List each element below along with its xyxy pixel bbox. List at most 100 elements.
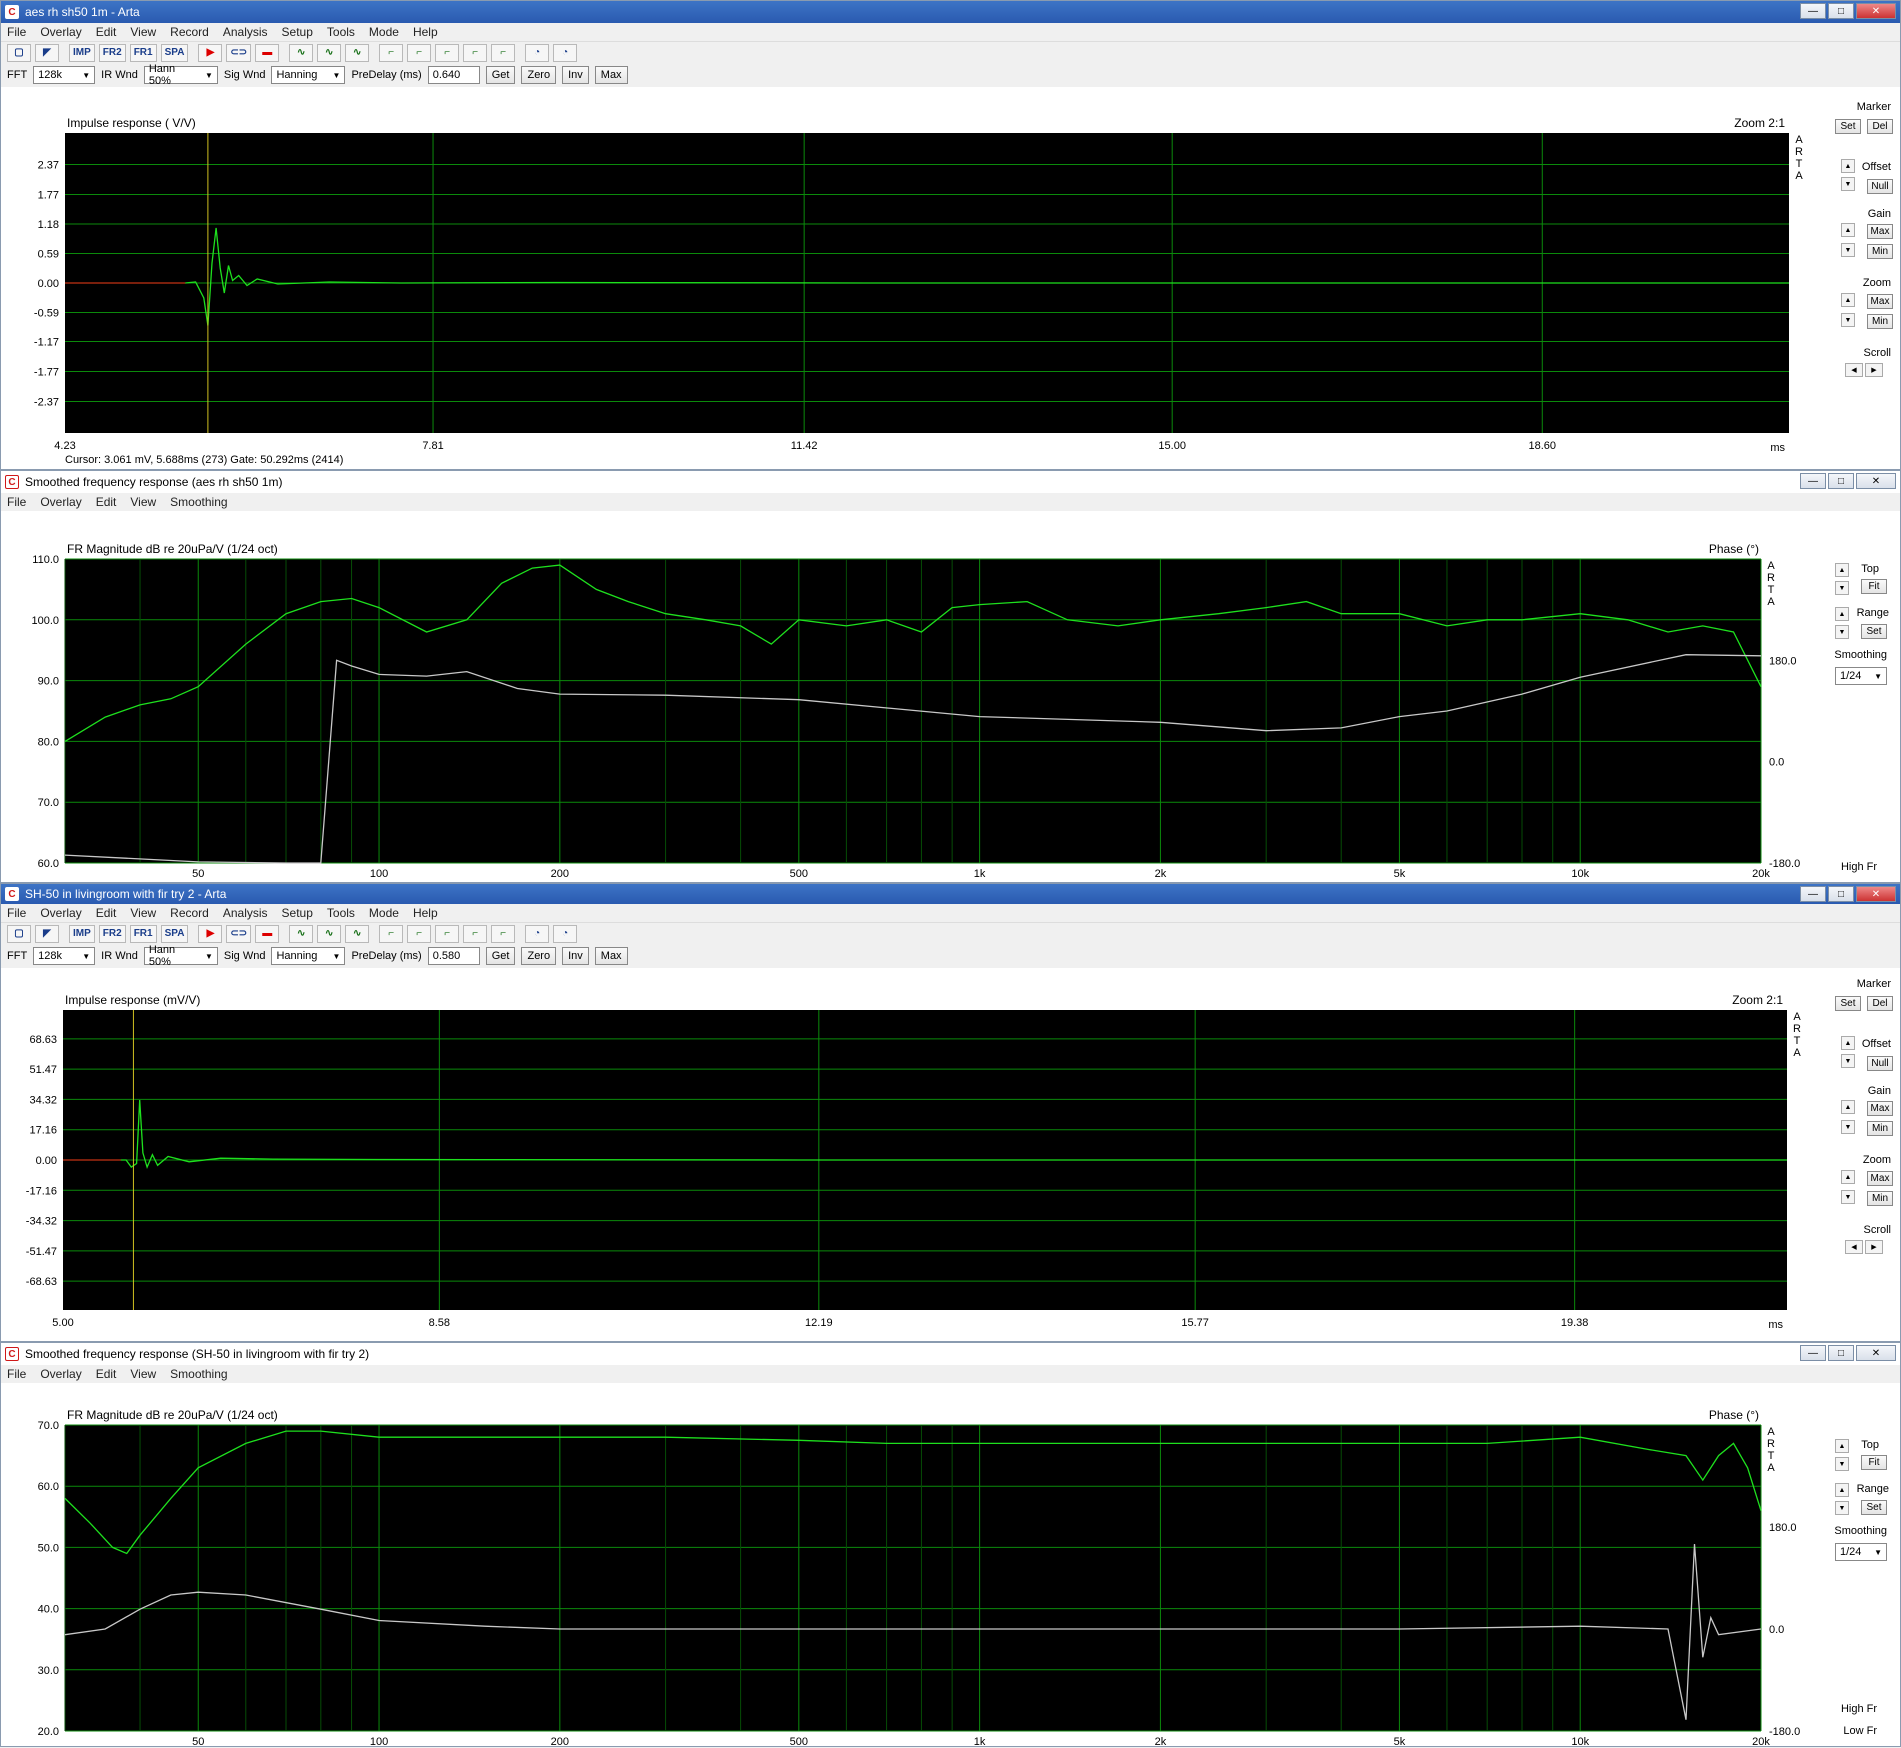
menu-file[interactable]: File (7, 1367, 26, 1381)
generator-icon[interactable]: ⊂⊃ (226, 924, 252, 943)
range-set-button[interactable]: Set (1861, 1500, 1887, 1515)
gain-max-button[interactable]: Max (1867, 1101, 1893, 1116)
get-button[interactable]: Get (485, 947, 516, 965)
menu-analysis[interactable]: Analysis (223, 25, 268, 39)
predelay-input[interactable]: 0.580 (427, 947, 480, 965)
top-up-icon[interactable]: ▲ (1835, 563, 1849, 577)
etc-icon[interactable]: ⌐ (407, 924, 432, 943)
close-button[interactable]: ✕ (1856, 3, 1896, 19)
fft-size-select[interactable]: 128k ▼ (33, 66, 96, 84)
zoom-down-icon[interactable]: ▼ (1841, 313, 1855, 327)
signal-window-select[interactable]: Hanning ▼ (271, 947, 346, 965)
step-response-icon[interactable]: ⌐ (379, 43, 404, 62)
range-down-icon[interactable]: ▼ (1835, 1501, 1849, 1515)
fr-graph-icon[interactable]: ∿ (289, 924, 314, 943)
menu-tools[interactable]: Tools (327, 25, 355, 39)
menu-help[interactable]: Help (413, 25, 438, 39)
fr2-mode-button[interactable]: FR2 (98, 43, 126, 62)
marker-set-button[interactable]: Set (1835, 996, 1861, 1011)
menu-smoothing[interactable]: Smoothing (170, 495, 227, 509)
top-up-icon[interactable]: ▲ (1835, 1439, 1849, 1453)
burst-decay-icon[interactable]: ⌐ (491, 924, 516, 943)
gated-fr-icon[interactable]: ∿ (317, 43, 342, 62)
menu-overlay[interactable]: Overlay (40, 906, 81, 920)
get-button[interactable]: Get (485, 66, 516, 84)
close-button[interactable]: ✕ (1856, 473, 1896, 489)
zoom-up-icon[interactable]: ▲ (1841, 1170, 1855, 1184)
offset-null-button[interactable]: Null (1867, 1056, 1893, 1071)
ir-window-select[interactable]: Hann 50% ▼ (143, 944, 218, 968)
menu-file[interactable]: File (7, 906, 26, 920)
menu-edit[interactable]: Edit (96, 495, 117, 509)
fit-button[interactable]: Fit (1861, 1455, 1887, 1470)
close-button[interactable]: ✕ (1856, 1345, 1896, 1361)
menu-overlay[interactable]: Overlay (40, 495, 81, 509)
menu-mode[interactable]: Mode (369, 25, 399, 39)
fr1-mode-button[interactable]: FR1 (129, 43, 157, 62)
record-play-icon[interactable]: ▶ (198, 924, 223, 943)
maximize-button[interactable]: □ (1828, 473, 1854, 489)
signal-window-select[interactable]: Hanning ▼ (271, 66, 346, 84)
max-button[interactable]: Max (594, 947, 628, 965)
frequency-response-plot[interactable]: FR Magnitude dB re 20uPa/V (1/24 oct) Pha… (1, 1385, 1821, 1748)
fr1-mode-button[interactable]: FR1 (129, 924, 157, 943)
menu-edit[interactable]: Edit (96, 25, 117, 39)
gated-fr-icon[interactable]: ∿ (317, 924, 342, 943)
marker-set-button[interactable]: Set (1835, 119, 1861, 134)
menu-view[interactable]: View (130, 495, 156, 509)
invert-button[interactable]: Inv (562, 66, 589, 84)
close-button[interactable]: ✕ (1856, 886, 1896, 902)
gain-up-icon[interactable]: ▲ (1841, 1100, 1855, 1114)
menu-record[interactable]: Record (170, 25, 209, 39)
minimize-button[interactable]: — (1800, 886, 1826, 902)
fft-size-select[interactable]: 128k ▼ (33, 947, 96, 965)
smoothing-select[interactable]: 1/24 ▼ (1835, 667, 1887, 685)
rasti-icon[interactable]: ◔ (553, 924, 578, 943)
imp-mode-button[interactable]: IMP (69, 924, 95, 943)
gain-min-button[interactable]: Min (1867, 244, 1893, 259)
range-up-icon[interactable]: ▲ (1835, 607, 1849, 621)
marker-del-button[interactable]: Del (1867, 119, 1893, 134)
impulse-response-plot[interactable]: Impulse response (mV/V) Zoom 2:1 ms ARTA 68.… (1, 970, 1821, 1343)
new-file-icon[interactable]: ▢ (7, 924, 31, 943)
menu-setup[interactable]: Setup (282, 906, 313, 920)
top-down-icon[interactable]: ▼ (1835, 1457, 1849, 1471)
imp-mode-button[interactable]: IMP (69, 43, 95, 62)
menu-overlay[interactable]: Overlay (40, 25, 81, 39)
minimize-button[interactable]: — (1800, 473, 1826, 489)
offset-up-icon[interactable]: ▲ (1841, 159, 1855, 173)
smoothed-fr-icon[interactable]: ∿ (345, 924, 370, 943)
ir-window-select[interactable]: Hann 50% ▼ (143, 63, 218, 87)
menu-edit[interactable]: Edit (96, 906, 117, 920)
open-file-icon[interactable]: ◤ (35, 43, 59, 62)
offset-up-icon[interactable]: ▲ (1841, 1036, 1855, 1050)
open-file-icon[interactable]: ◤ (35, 924, 59, 943)
menu-view[interactable]: View (130, 906, 156, 920)
marker-del-button[interactable]: Del (1867, 996, 1893, 1011)
predelay-input[interactable]: 0.640 (427, 66, 480, 84)
offset-down-icon[interactable]: ▼ (1841, 177, 1855, 191)
menu-smoothing[interactable]: Smoothing (170, 1367, 227, 1381)
zoom-up-icon[interactable]: ▲ (1841, 293, 1855, 307)
invert-button[interactable]: Inv (562, 947, 589, 965)
reverb-icon[interactable]: ⌐ (435, 43, 460, 62)
sti-icon[interactable]: ◔ (525, 43, 550, 62)
zoom-max-button[interactable]: Max (1867, 294, 1893, 309)
zoom-min-button[interactable]: Min (1867, 1191, 1893, 1206)
maximize-button[interactable]: □ (1828, 886, 1854, 902)
menu-file[interactable]: File (7, 495, 26, 509)
new-file-icon[interactable]: ▢ (7, 43, 31, 62)
menu-analysis[interactable]: Analysis (223, 906, 268, 920)
menu-edit[interactable]: Edit (96, 1367, 117, 1381)
zero-button[interactable]: Zero (521, 66, 557, 84)
range-down-icon[interactable]: ▼ (1835, 625, 1849, 639)
scroll-right-icon[interactable]: ▶ (1865, 1240, 1883, 1254)
flag-icon[interactable]: ▬ (255, 924, 280, 943)
gain-down-icon[interactable]: ▼ (1841, 1120, 1855, 1134)
cumulative-spectrum-icon[interactable]: ⌐ (463, 924, 488, 943)
top-down-icon[interactable]: ▼ (1835, 581, 1849, 595)
smoothed-fr-icon[interactable]: ∿ (345, 43, 370, 62)
frequency-response-plot[interactable]: FR Magnitude dB re 20uPa/V (1/24 oct) Pha… (1, 519, 1821, 884)
spa-mode-button[interactable]: SPA (160, 43, 189, 62)
generator-icon[interactable]: ⊂⊃ (226, 43, 252, 62)
